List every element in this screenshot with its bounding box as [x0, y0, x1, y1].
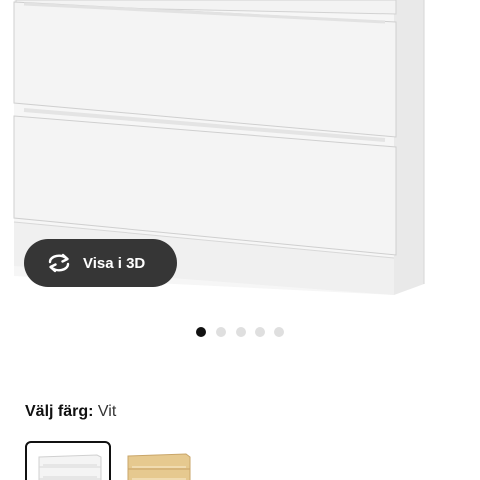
carousel-dot[interactable]	[236, 327, 246, 337]
carousel-pagination	[0, 325, 480, 339]
selected-color-value: Vit	[97, 403, 117, 420]
view-3d-button[interactable]: Visa i 3D	[24, 239, 177, 287]
product-page: Visa i 3D Välj färg: Vit	[0, 0, 480, 480]
color-heading: Välj färg:	[25, 403, 94, 420]
rotate-3d-icon	[46, 253, 72, 273]
dresser-side-panel	[394, 0, 424, 295]
color-swatch-oak[interactable]	[116, 441, 202, 480]
color-selector-label: Välj färg: Vit	[25, 403, 116, 421]
white-dresser-thumbnail	[38, 454, 102, 480]
oak-dresser-thumbnail	[127, 453, 191, 480]
carousel-dot[interactable]	[196, 327, 206, 337]
carousel-dot[interactable]	[255, 327, 265, 337]
carousel-dot[interactable]	[274, 327, 284, 337]
color-swatch-white[interactable]	[25, 441, 111, 480]
carousel-dot[interactable]	[216, 327, 226, 337]
view-3d-label: Visa i 3D	[83, 254, 146, 272]
